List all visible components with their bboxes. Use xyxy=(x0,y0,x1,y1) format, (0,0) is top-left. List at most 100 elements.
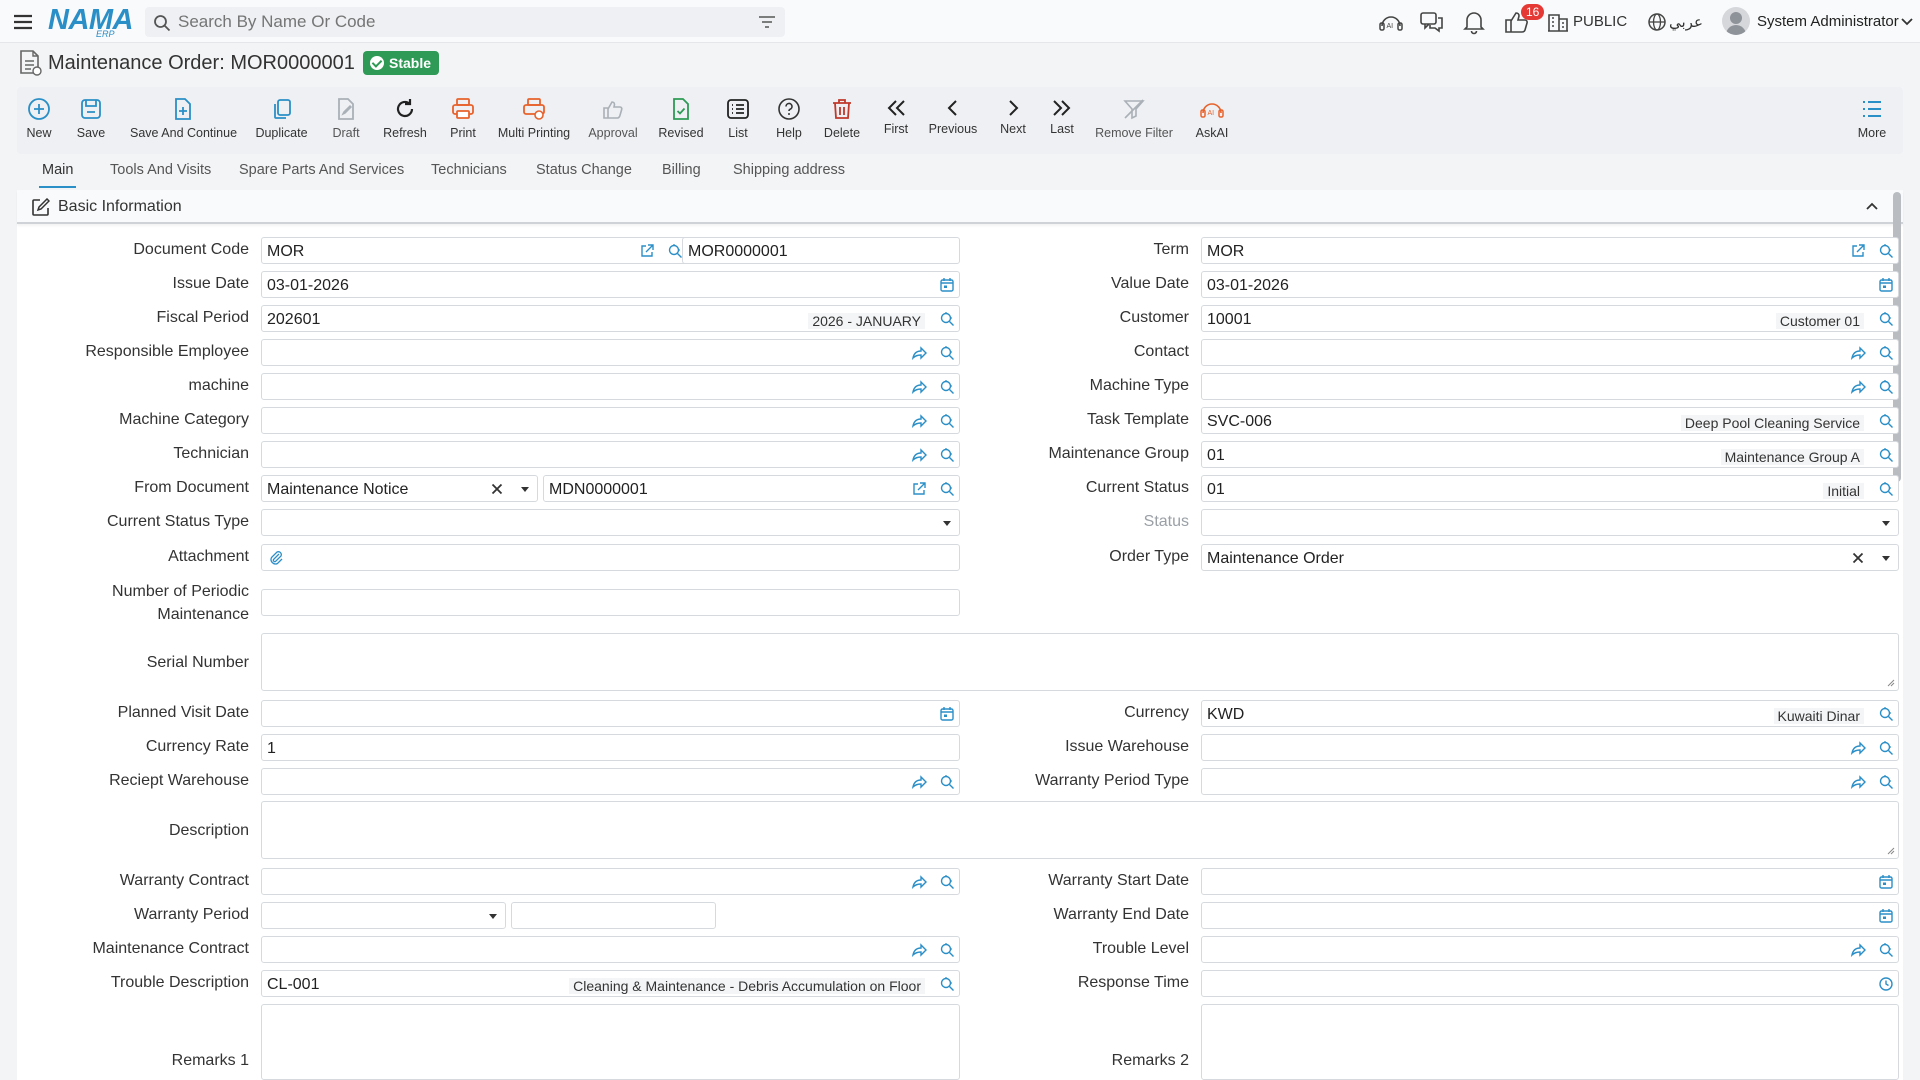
customer-input[interactable]: 10001 Customer 01 xyxy=(1201,305,1899,332)
document-code-input[interactable]: MOR xyxy=(261,237,688,264)
language-switch[interactable]: عربي xyxy=(1669,13,1703,31)
more-button[interactable]: More xyxy=(1857,87,1887,154)
lookup-search-icon[interactable] xyxy=(1878,345,1894,361)
chevron-down-icon[interactable] xyxy=(1900,15,1914,29)
receipt-warehouse-input[interactable] xyxy=(261,768,960,795)
lookup-search-icon[interactable] xyxy=(1878,311,1894,327)
filter-icon[interactable] xyxy=(759,15,775,29)
order-type-select[interactable]: Maintenance Order xyxy=(1201,544,1899,571)
open-external-icon[interactable] xyxy=(639,243,655,259)
save-button[interactable]: Save xyxy=(74,87,108,154)
lookup-search-icon[interactable] xyxy=(1878,447,1894,463)
lookup-search-icon[interactable] xyxy=(939,413,955,429)
resize-handle-icon[interactable] xyxy=(1887,847,1895,855)
fiscal-period-input[interactable]: 202601 2026 - JANUARY xyxy=(261,305,960,332)
lookup-search-icon[interactable] xyxy=(1878,942,1894,958)
calendar-icon[interactable] xyxy=(939,277,955,293)
lookup-search-icon[interactable] xyxy=(939,874,955,890)
share-icon[interactable] xyxy=(1850,774,1866,790)
user-name[interactable]: System Administrator xyxy=(1757,13,1899,30)
lookup-search-icon[interactable] xyxy=(939,942,955,958)
clear-x-icon[interactable] xyxy=(489,481,505,497)
clock-icon[interactable] xyxy=(1878,976,1894,992)
tab-billing[interactable]: Billing xyxy=(662,162,701,178)
currency-input[interactable]: KWD Kuwaiti Dinar xyxy=(1201,700,1899,727)
calendar-icon[interactable] xyxy=(1878,874,1894,890)
tab-tools-visits[interactable]: Tools And Visits xyxy=(110,162,211,178)
calendar-icon[interactable] xyxy=(939,706,955,722)
delete-button[interactable]: Delete xyxy=(823,87,861,154)
issue-warehouse-input[interactable] xyxy=(1201,734,1899,761)
response-time-input[interactable] xyxy=(1201,970,1899,997)
refresh-button[interactable]: Refresh xyxy=(382,87,428,154)
share-icon[interactable] xyxy=(911,379,927,395)
lookup-search-icon[interactable] xyxy=(1878,774,1894,790)
currency-rate-input[interactable]: 1 xyxy=(261,734,960,761)
from-document-type-select[interactable]: Maintenance Notice xyxy=(261,475,538,502)
maintenance-group-input[interactable]: 01 Maintenance Group A xyxy=(1201,441,1899,468)
remove-filter-button[interactable]: Remove Filter xyxy=(1094,87,1174,154)
warranty-start-date-input[interactable] xyxy=(1201,868,1899,895)
value-date-input[interactable]: 03-01-2026 xyxy=(1201,271,1899,298)
current-status-input[interactable]: 01 Initial xyxy=(1201,475,1899,502)
askai-button[interactable]: AI AskAI xyxy=(1192,87,1232,154)
new-button[interactable]: New xyxy=(25,87,53,154)
multi-printing-button[interactable]: Multi Printing xyxy=(495,87,573,154)
planned-visit-date-input[interactable] xyxy=(261,700,960,727)
calendar-icon[interactable] xyxy=(1878,908,1894,924)
tab-spare-parts[interactable]: Spare Parts And Services xyxy=(239,162,404,178)
lookup-search-icon[interactable] xyxy=(939,481,955,497)
org-label[interactable]: PUBLIC xyxy=(1573,13,1627,30)
lookup-search-icon[interactable] xyxy=(939,311,955,327)
dropdown-caret-icon[interactable] xyxy=(517,481,533,497)
trouble-level-input[interactable] xyxy=(1201,936,1899,963)
lookup-search-icon[interactable] xyxy=(1878,413,1894,429)
share-icon[interactable] xyxy=(911,874,927,890)
share-icon[interactable] xyxy=(911,447,927,463)
previous-button[interactable]: Previous xyxy=(928,87,978,154)
technician-input[interactable] xyxy=(261,441,960,468)
approval-button[interactable]: Approval xyxy=(588,87,638,154)
remarks2-textarea[interactable] xyxy=(1201,1004,1899,1080)
lookup-search-icon[interactable] xyxy=(667,243,683,259)
bell-icon[interactable] xyxy=(1461,9,1487,35)
machine-input[interactable] xyxy=(261,373,960,400)
status-select[interactable] xyxy=(1201,509,1899,536)
avatar[interactable] xyxy=(1722,7,1750,35)
lookup-search-icon[interactable] xyxy=(939,447,955,463)
periodic-maintenance-input[interactable] xyxy=(261,589,960,616)
lookup-search-icon[interactable] xyxy=(1878,481,1894,497)
warranty-period-type-input[interactable] xyxy=(1201,768,1899,795)
warranty-end-date-input[interactable] xyxy=(1201,902,1899,929)
share-icon[interactable] xyxy=(911,345,927,361)
serial-number-textarea[interactable] xyxy=(261,633,1899,691)
section-header[interactable]: Basic Information xyxy=(17,190,1903,224)
tab-technicians[interactable]: Technicians xyxy=(431,162,507,178)
remarks1-textarea[interactable] xyxy=(261,1004,960,1080)
current-status-type-select[interactable] xyxy=(261,509,960,536)
scrollbar[interactable] xyxy=(1893,192,1901,482)
chat-icon[interactable] xyxy=(1419,9,1445,35)
description-textarea[interactable] xyxy=(261,801,1899,859)
save-continue-button[interactable]: Save And Continue xyxy=(130,87,237,154)
ai-assistant-icon[interactable]: AI xyxy=(1378,9,1404,35)
tab-shipping[interactable]: Shipping address xyxy=(733,162,845,178)
task-template-input[interactable]: SVC-006 Deep Pool Cleaning Service xyxy=(1201,407,1899,434)
resize-handle-icon[interactable] xyxy=(1887,679,1895,687)
first-button[interactable]: First xyxy=(881,87,911,154)
share-icon[interactable] xyxy=(911,774,927,790)
duplicate-button[interactable]: Duplicate xyxy=(255,87,308,154)
responsible-employee-input[interactable] xyxy=(261,339,960,366)
warranty-period-input[interactable] xyxy=(511,902,716,929)
share-icon[interactable] xyxy=(911,413,927,429)
lookup-search-icon[interactable] xyxy=(939,379,955,395)
from-document-number-input[interactable]: MDN0000001 xyxy=(543,475,960,502)
tab-main[interactable]: Main xyxy=(42,162,73,178)
print-button[interactable]: Print xyxy=(447,87,479,154)
share-icon[interactable] xyxy=(911,942,927,958)
dropdown-caret-icon[interactable] xyxy=(1878,515,1894,531)
term-input[interactable]: MOR xyxy=(1201,237,1899,264)
chevron-up-icon[interactable] xyxy=(1865,201,1879,211)
next-button[interactable]: Next xyxy=(998,87,1028,154)
warranty-contract-input[interactable] xyxy=(261,868,960,895)
